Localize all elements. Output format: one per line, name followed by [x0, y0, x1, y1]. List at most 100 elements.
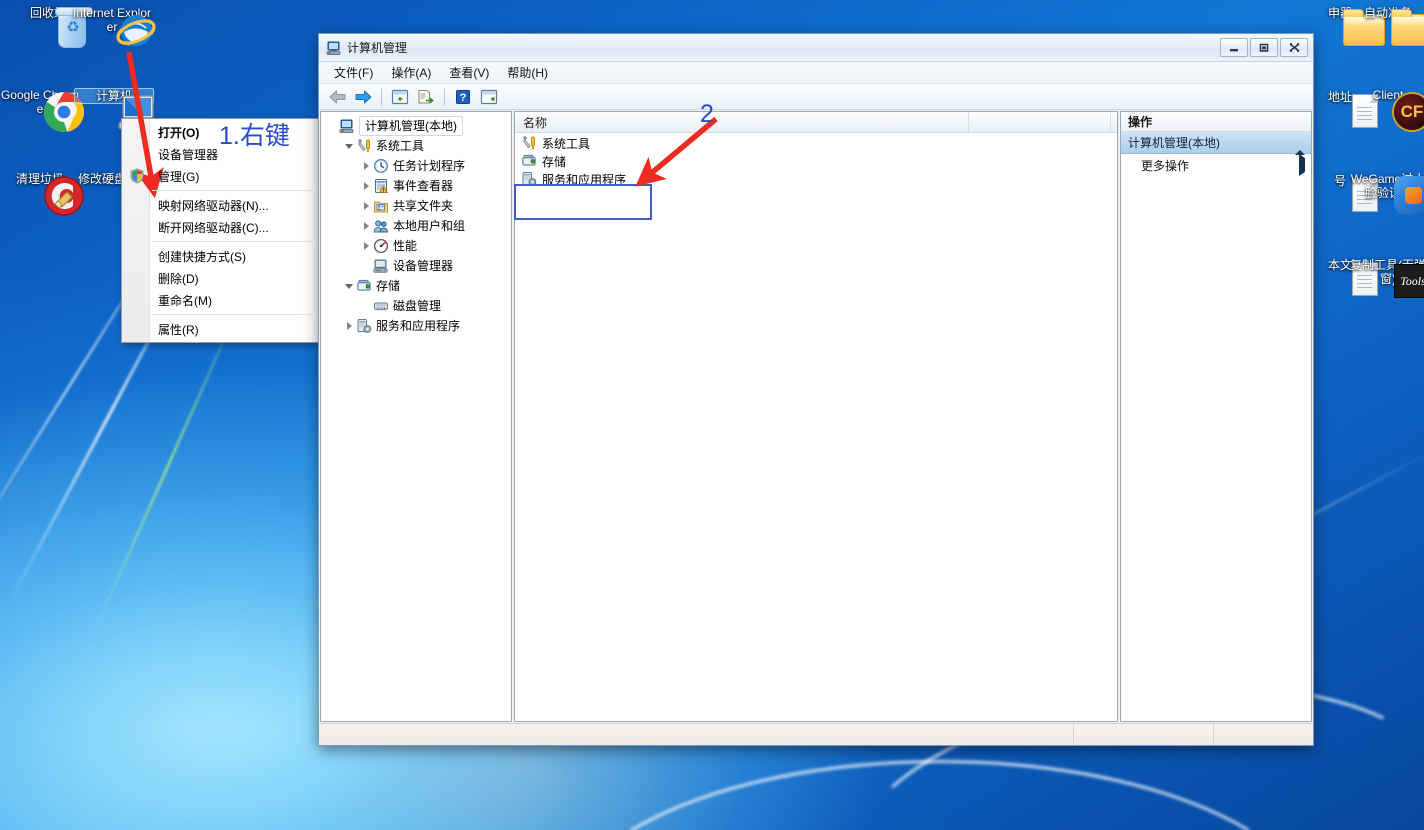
window-body: 计算机管理(本地) 系统工具 任务计划程序 事件查看器 共享文件夹 本地用户和组 性能 设备管… [319, 110, 1313, 723]
tree-node[interactable]: 存储 [325, 276, 511, 296]
chevron-right-icon[interactable] [363, 162, 369, 170]
desktop-icon-internet-explorer[interactable]: Internet Explorer [72, 6, 156, 46]
local-users-groups-icon [373, 218, 390, 234]
task-scheduler-icon [373, 158, 390, 174]
tree-node[interactable]: 服务和应用程序 [325, 316, 511, 336]
context-menu-item[interactable]: 断开网络驱动器(C)... [122, 216, 318, 238]
list-rows[interactable]: 系统工具 存储 服务和应用程序 [515, 133, 1117, 721]
statusbar-text [319, 724, 1073, 745]
desktop-icon-wegame-face-verify[interactable]: WeGame过人脸验证... [1348, 172, 1424, 214]
device-manager-icon [373, 258, 390, 274]
storage-icon [521, 153, 539, 169]
context-menu-item[interactable]: 管理(G) [122, 165, 318, 187]
list-row-label: 系统工具 [542, 136, 591, 151]
context-menu-separator [152, 241, 316, 242]
context-menu-item[interactable]: 打开(O) [122, 121, 318, 143]
tree-twisty[interactable] [342, 283, 356, 289]
actions-items: 更多操作 [1121, 154, 1311, 176]
actions-pane[interactable]: 操作 计算机管理(本地) 更多操作 [1120, 111, 1312, 722]
context-menu-item-label: 映射网络驱动器(N)... [158, 198, 269, 213]
tree-twisty[interactable] [342, 322, 356, 330]
chevron-right-icon[interactable] [346, 322, 352, 330]
context-menu-item[interactable]: 创建快捷方式(S) [122, 245, 318, 267]
show-hide-console-tree-button[interactable] [388, 86, 412, 108]
close-button[interactable] [1280, 38, 1308, 57]
actions-group-header[interactable]: 计算机管理(本地) [1121, 132, 1311, 155]
maximize-button[interactable] [1250, 38, 1278, 57]
caret-right-icon[interactable] [1299, 154, 1305, 176]
step-2-label: 2 [700, 100, 714, 128]
tree-node-label: 性能 [393, 239, 418, 253]
desktop-icon-google-chrome[interactable]: Google Chrome [0, 88, 84, 132]
list-row[interactable]: 系统工具 [515, 134, 1117, 152]
list-column-header[interactable]: 名称 [515, 112, 969, 132]
list-column-headers[interactable]: 名称 [515, 112, 1117, 133]
window-toolbar[interactable]: ? [319, 84, 1313, 110]
system-tools-icon [356, 138, 373, 154]
desktop-icon-cf-client[interactable]: CF Client [1348, 88, 1424, 132]
context-menu-item[interactable]: 映射网络驱动器(N)... [122, 194, 318, 216]
context-menu-item[interactable]: 重命名(M) [122, 289, 318, 311]
help-button[interactable]: ? [451, 86, 475, 108]
tree-node[interactable]: 性能 [325, 236, 511, 256]
tree-twisty[interactable] [359, 222, 373, 230]
disk-management-icon [373, 298, 390, 314]
tree-twisty[interactable] [359, 202, 373, 210]
toolbar-separator [381, 87, 382, 106]
tree-twisty[interactable] [359, 242, 373, 250]
menu-文件f[interactable]: 文件(F) [325, 62, 382, 83]
menu-帮助h[interactable]: 帮助(H) [498, 62, 557, 83]
show-hide-action-pane-button[interactable] [477, 86, 501, 108]
computer-context-menu[interactable]: 打开(O) 设备管理器 管理(G) 映射网络驱动器(N)... 断开网络驱动器(C).… [121, 118, 319, 343]
menu-操作a[interactable]: 操作(A) [382, 62, 440, 83]
window-titlebar[interactable]: 计算机管理 [319, 34, 1313, 62]
tree-node[interactable]: 事件查看器 [325, 176, 511, 196]
shared-folders-icon [373, 198, 390, 214]
tree-node[interactable]: 本地用户和组 [325, 216, 511, 236]
context-menu-item-label: 属性(R) [158, 322, 199, 337]
back-button[interactable] [325, 86, 349, 108]
tree-twisty[interactable] [359, 162, 373, 170]
desktop-icon-clean-trash[interactable]: 清理垃圾 [0, 172, 84, 216]
desktop-icon-computer[interactable]: 计算机 [74, 88, 158, 130]
tree-node-label: 任务计划程序 [393, 159, 466, 173]
chevron-down-icon[interactable] [345, 143, 353, 149]
menu-查看v[interactable]: 查看(V) [440, 62, 498, 83]
forward-button[interactable] [351, 86, 375, 108]
chevron-right-icon[interactable] [363, 222, 369, 230]
context-menu-separator [152, 190, 316, 191]
actions-item[interactable]: 更多操作 [1121, 154, 1311, 176]
chevron-right-icon[interactable] [363, 202, 369, 210]
list-row[interactable]: 存储 [515, 152, 1117, 170]
window-controls [1220, 38, 1311, 57]
wallpaper-swoosh [560, 760, 1320, 830]
svg-text:?: ? [460, 92, 467, 104]
tree-node[interactable]: 系统工具 [325, 136, 511, 156]
services-applications-icon [356, 318, 373, 334]
tree-node[interactable]: 计算机管理(本地) [325, 116, 511, 136]
tree-node[interactable]: 磁盘管理 [325, 296, 511, 316]
chevron-down-icon[interactable] [345, 283, 353, 289]
minimize-button[interactable] [1220, 38, 1248, 57]
window-menubar[interactable]: 文件(F) 操作(A) 查看(V) 帮助(H) [319, 62, 1313, 84]
tree-twisty[interactable] [342, 143, 356, 149]
window-statusbar [319, 723, 1313, 745]
console-tree-pane[interactable]: 计算机管理(本地) 系统工具任务计划程序事件查看器 共享文件夹 本地用户和组性能设备管… [320, 111, 512, 722]
context-menu-item[interactable]: 删除(D) [122, 267, 318, 289]
context-menu-item[interactable]: 属性(R) [122, 318, 318, 340]
list-column-header[interactable] [969, 112, 1111, 132]
desktop-icon-copy-tool-no-popup[interactable]: Tools 复制工具(无弹窗) [1348, 258, 1424, 298]
caret-up-icon[interactable] [1295, 135, 1305, 155]
tree-node[interactable]: 任务计划程序 [325, 156, 511, 176]
desktop-icon-auto-prepare-folder[interactable]: 自动准备 [1348, 6, 1424, 46]
export-list-button[interactable] [414, 86, 438, 108]
context-menu-item-label: 断开网络驱动器(C)... [158, 220, 269, 235]
chevron-right-icon[interactable] [363, 182, 369, 190]
tree-twisty[interactable] [359, 182, 373, 190]
context-menu-item-label: 创建快捷方式(S) [158, 249, 246, 264]
chevron-right-icon[interactable] [363, 242, 369, 250]
context-menu-item[interactable]: 设备管理器 [122, 143, 318, 165]
tree-node[interactable]: 设备管理器 [325, 256, 511, 276]
tree-node[interactable]: 共享文件夹 [325, 196, 511, 216]
computer-management-window[interactable]: 计算机管理 文件(F) 操作(A) 查看(V) 帮助(H) ? 计算机管理(本地… [318, 33, 1314, 746]
